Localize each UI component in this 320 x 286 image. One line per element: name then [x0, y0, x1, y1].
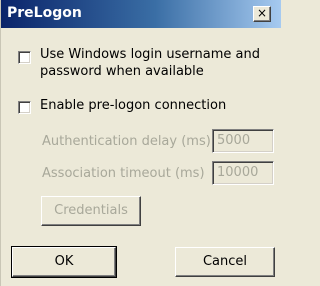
use-windows-login-checkbox[interactable]: [18, 51, 31, 64]
auth-delay-label: Authentication delay (ms): [42, 134, 211, 149]
use-windows-login-label-line1[interactable]: Use Windows login username and: [40, 47, 260, 62]
auth-delay-input[interactable]: 5000: [212, 129, 274, 153]
ok-button[interactable]: OK: [11, 246, 117, 278]
use-windows-login-label-line2[interactable]: password when available: [40, 64, 204, 79]
enable-prelogon-checkbox[interactable]: [18, 101, 31, 114]
cancel-button[interactable]: Cancel: [175, 247, 275, 277]
close-button[interactable]: ×: [253, 6, 271, 22]
window-title: PreLogon: [7, 5, 82, 21]
prelogon-dialog: PreLogon × Use Windows login username an…: [0, 0, 281, 286]
credentials-button[interactable]: Credentials: [41, 196, 141, 226]
title-bar: PreLogon ×: [1, 0, 281, 28]
enable-prelogon-label[interactable]: Enable pre-logon connection: [40, 98, 226, 113]
assoc-timeout-label: Association timeout (ms): [42, 166, 205, 181]
assoc-timeout-input[interactable]: 10000: [212, 161, 274, 185]
